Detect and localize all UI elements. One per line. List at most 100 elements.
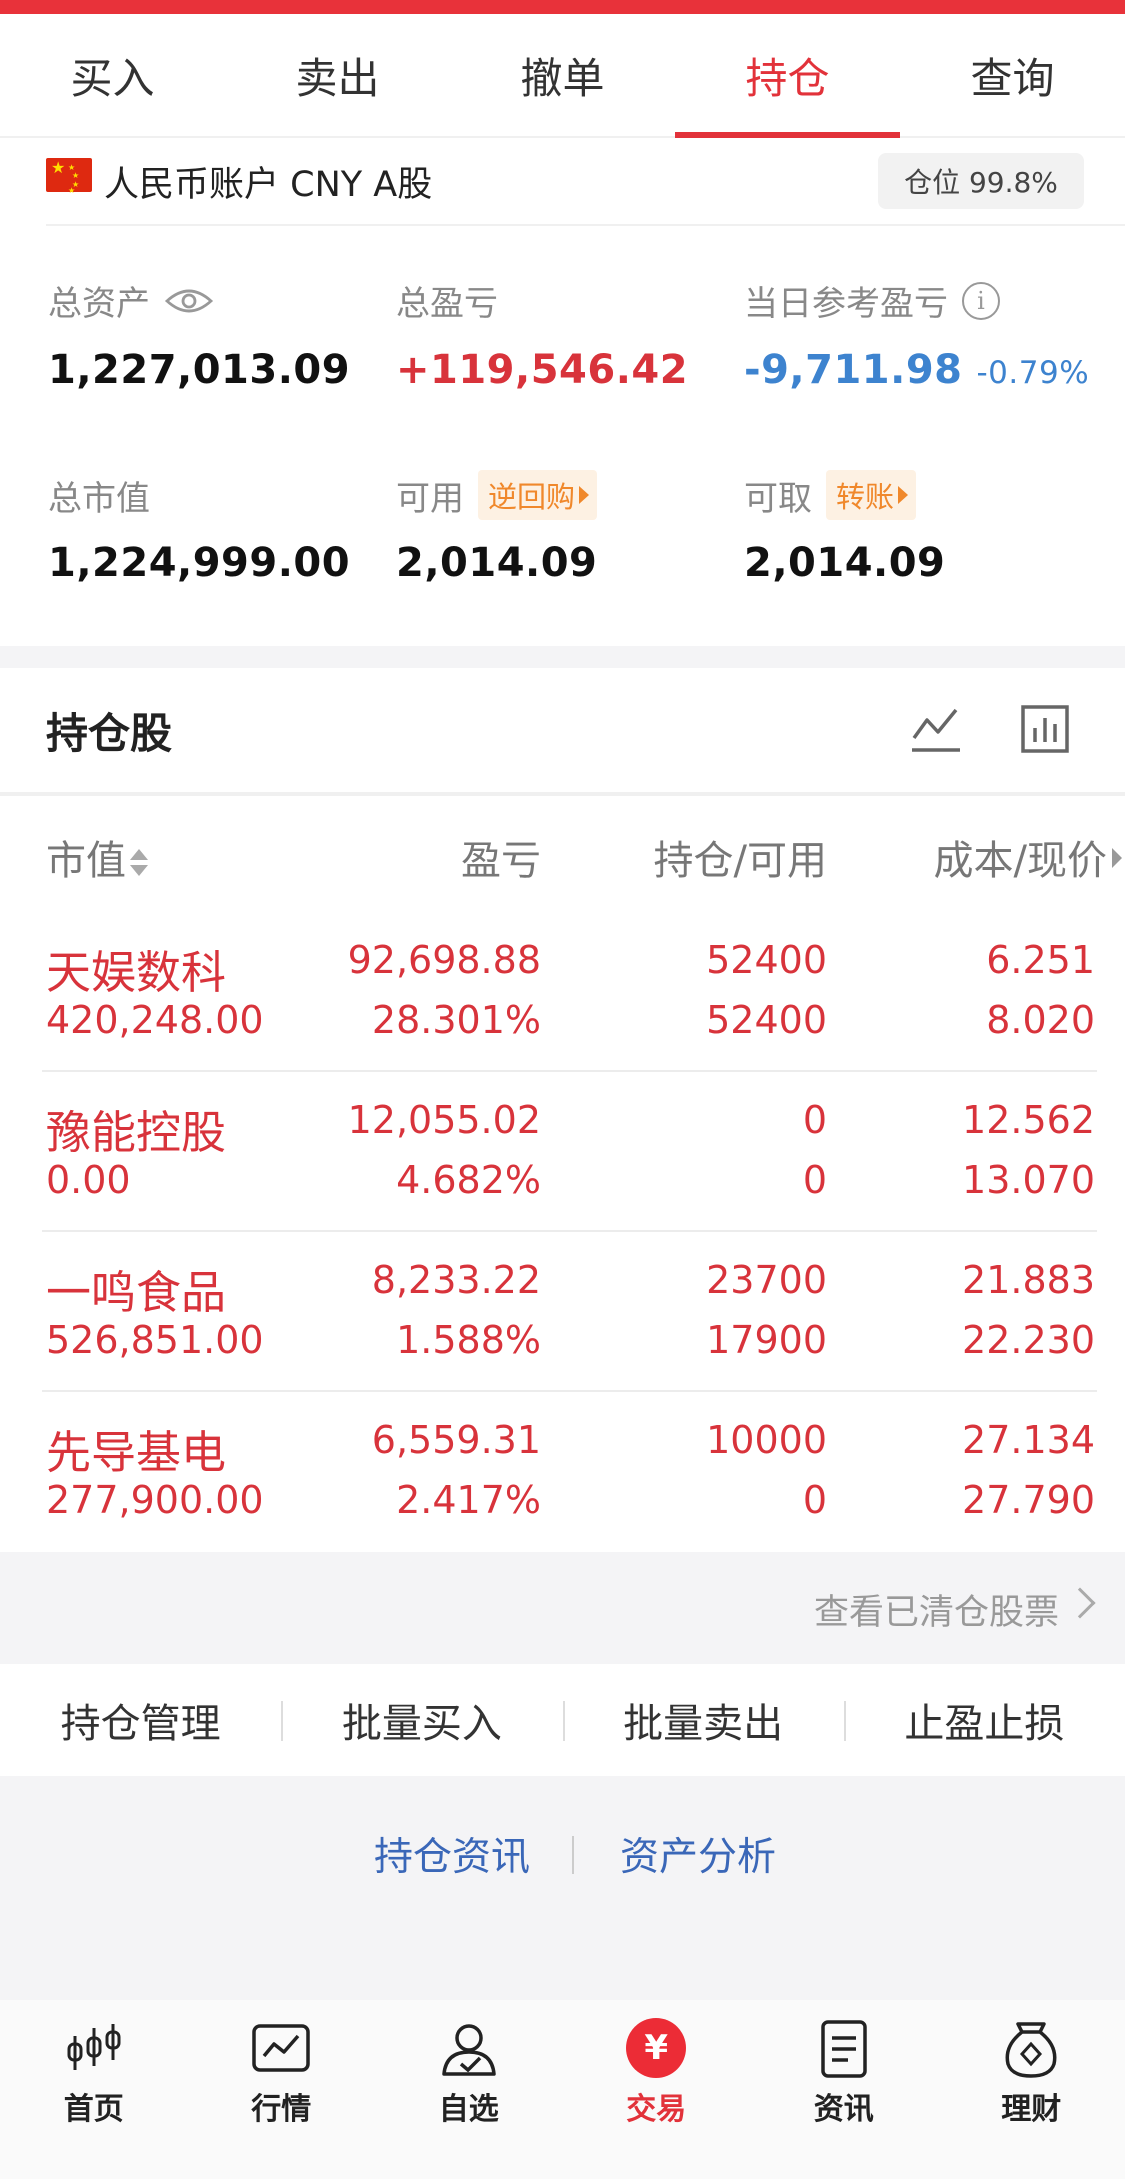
stock-name: 先导基电	[46, 1426, 227, 1479]
nav-watchlist[interactable]: 自选	[375, 2000, 563, 2179]
sort-icon[interactable]	[128, 843, 148, 883]
total-assets: 总资产 1,227,013.09	[48, 276, 350, 393]
yuan-icon: ¥	[626, 2018, 687, 2078]
stock-name: 天娱数科	[46, 946, 227, 999]
position-ratio-badge: 仓位 99.8%	[878, 153, 1084, 209]
pl-cell: 8,233.22	[371, 1258, 541, 1302]
divider	[46, 224, 1125, 226]
tab-cancel[interactable]: 撤单	[450, 14, 675, 136]
scroll-right-arrow-icon	[1112, 848, 1122, 868]
market-value-cell: 526,851.00	[46, 1318, 264, 1362]
total-pl-value: +119,546.42	[396, 347, 689, 393]
nav-home[interactable]: 首页	[0, 2000, 188, 2179]
eye-icon[interactable]	[164, 285, 214, 317]
total-assets-value: 1,227,013.09	[48, 347, 351, 393]
chevron-right-icon[interactable]	[1064, 1587, 1096, 1619]
nav-label: 交易	[626, 2092, 687, 2127]
available-label: 可用	[396, 478, 464, 519]
total-assets-label: 总资产	[48, 284, 150, 324]
daily-pl: 当日参考盈亏 i -9,711.98 -0.79%	[744, 276, 1089, 393]
pl-percent-cell: 28.301%	[371, 998, 541, 1042]
position-management-button[interactable]: 持仓管理	[0, 1691, 281, 1749]
trend-line-icon[interactable]	[910, 702, 962, 754]
reverse-repo-button[interactable]: 逆回购	[478, 470, 598, 520]
held-cell: 23700	[706, 1258, 827, 1302]
available-cell: 17900	[706, 1318, 827, 1362]
bottom-navigation: 首页 行情 自选 ¥ 交易 资讯 理财	[0, 2000, 1125, 2179]
held-cell: 52400	[706, 938, 827, 982]
column-header-market-value[interactable]: 市值	[46, 828, 148, 886]
batch-sell-button[interactable]: 批量卖出	[562, 1691, 844, 1749]
column-header-position[interactable]: 持仓/可用	[654, 828, 827, 886]
holdings-title: 持仓股	[46, 709, 173, 758]
divider	[572, 1836, 574, 1874]
holding-news-link[interactable]: 持仓资讯	[374, 1826, 530, 1882]
price-cell: 27.790	[962, 1478, 1095, 1522]
column-header-cost-price[interactable]: 成本/现价	[934, 828, 1107, 886]
table-row[interactable]: 豫能控股 0.00 12,055.02 4.682% 0 0 12.562 13…	[0, 1072, 1125, 1232]
account-row: ★ ★ ★ ★ ★ 人民币账户 CNY A股 仓位 99.8%	[0, 140, 1125, 226]
price-cell: 8.020	[986, 998, 1095, 1042]
triangle-right-icon	[579, 486, 590, 504]
info-icon[interactable]: i	[962, 281, 1000, 320]
daily-pl-label: 当日参考盈亏	[744, 284, 948, 324]
cleared-stocks-bar: 查看已清仓股票	[0, 1552, 1125, 1664]
info-links-section: 持仓资讯 资产分析	[0, 1776, 1125, 2026]
china-flag-icon: ★ ★ ★ ★ ★	[46, 158, 92, 195]
tab-buy[interactable]: 买入	[0, 14, 225, 136]
candlestick-icon	[67, 2024, 121, 2070]
bar-chart-icon[interactable]	[1020, 704, 1070, 754]
market-value-value: 1,224,999.00	[48, 540, 351, 586]
price-cell: 13.070	[962, 1158, 1095, 1202]
account-name[interactable]: 人民币账户 CNY A股	[104, 156, 432, 207]
column-header-pl[interactable]: 盈亏	[461, 828, 541, 886]
tab-sell[interactable]: 卖出	[225, 14, 450, 136]
table-row[interactable]: 一鸣食品 526,851.00 8,233.22 1.588% 23700 17…	[0, 1232, 1125, 1392]
stop-profit-loss-button[interactable]: 止盈止损	[843, 1691, 1125, 1749]
daily-pl-percent: -0.79%	[976, 355, 1090, 391]
price-cell: 22.230	[962, 1318, 1095, 1362]
batch-buy-button[interactable]: 批量买入	[281, 1691, 562, 1749]
daily-pl-value: -9,711.98	[744, 347, 963, 393]
pl-percent-cell: 4.682%	[396, 1158, 541, 1202]
pl-percent-cell: 1.588%	[396, 1318, 541, 1362]
nav-label: 自选	[438, 2092, 499, 2127]
available-cell: 52400	[706, 998, 827, 1042]
nav-news[interactable]: 资讯	[750, 2000, 938, 2179]
pl-cell: 6,559.31	[371, 1418, 541, 1462]
available-cell: 0	[802, 1478, 827, 1522]
trade-tabs: 买入 卖出 撤单 持仓 查询	[0, 14, 1125, 138]
holding-actions: 持仓管理 批量买入 批量卖出 止盈止损	[0, 1664, 1125, 1776]
tab-query[interactable]: 查询	[900, 14, 1125, 136]
nav-trade[interactable]: ¥ 交易	[563, 2000, 751, 2179]
table-row[interactable]: 先导基电 277,900.00 6,559.31 2.417% 10000 0 …	[0, 1392, 1125, 1552]
stock-name: 一鸣食品	[46, 1266, 227, 1319]
market-value-label: 总市值	[48, 478, 150, 519]
cleared-stocks-link[interactable]: 查看已清仓股票	[814, 1584, 1059, 1635]
available-value: 2,014.09	[396, 540, 598, 586]
nav-wealth[interactable]: 理财	[938, 2000, 1125, 2179]
nav-label: 资讯	[813, 2092, 874, 2127]
pl-cell: 92,698.88	[347, 938, 541, 982]
nav-label: 行情	[251, 2092, 312, 2127]
table-row[interactable]: 天娱数科 420,248.00 92,698.88 28.301% 52400 …	[0, 912, 1125, 1072]
tab-holdings[interactable]: 持仓	[675, 14, 900, 138]
held-cell: 0	[802, 1098, 827, 1142]
money-bag-icon	[1005, 2022, 1057, 2078]
nav-label: 理财	[1001, 2092, 1062, 2127]
asset-analysis-link[interactable]: 资产分析	[620, 1826, 776, 1882]
market-value: 总市值 1,224,999.00	[48, 472, 351, 587]
cost-cell: 6.251	[986, 938, 1095, 982]
cost-cell: 12.562	[962, 1098, 1095, 1142]
status-strip	[0, 0, 1125, 14]
cost-cell: 21.883	[962, 1258, 1095, 1302]
nav-market[interactable]: 行情	[188, 2000, 376, 2179]
withdrawable-value: 2,014.09	[744, 540, 946, 586]
market-value-cell: 0.00	[46, 1158, 131, 1202]
withdrawable-label: 可取	[744, 478, 812, 519]
available-cell: 0	[802, 1158, 827, 1202]
transfer-button[interactable]: 转账	[826, 470, 917, 520]
held-cell: 10000	[706, 1418, 827, 1462]
cost-cell: 27.134	[962, 1418, 1095, 1462]
total-pl: 总盈亏 +119,546.42	[396, 276, 688, 393]
